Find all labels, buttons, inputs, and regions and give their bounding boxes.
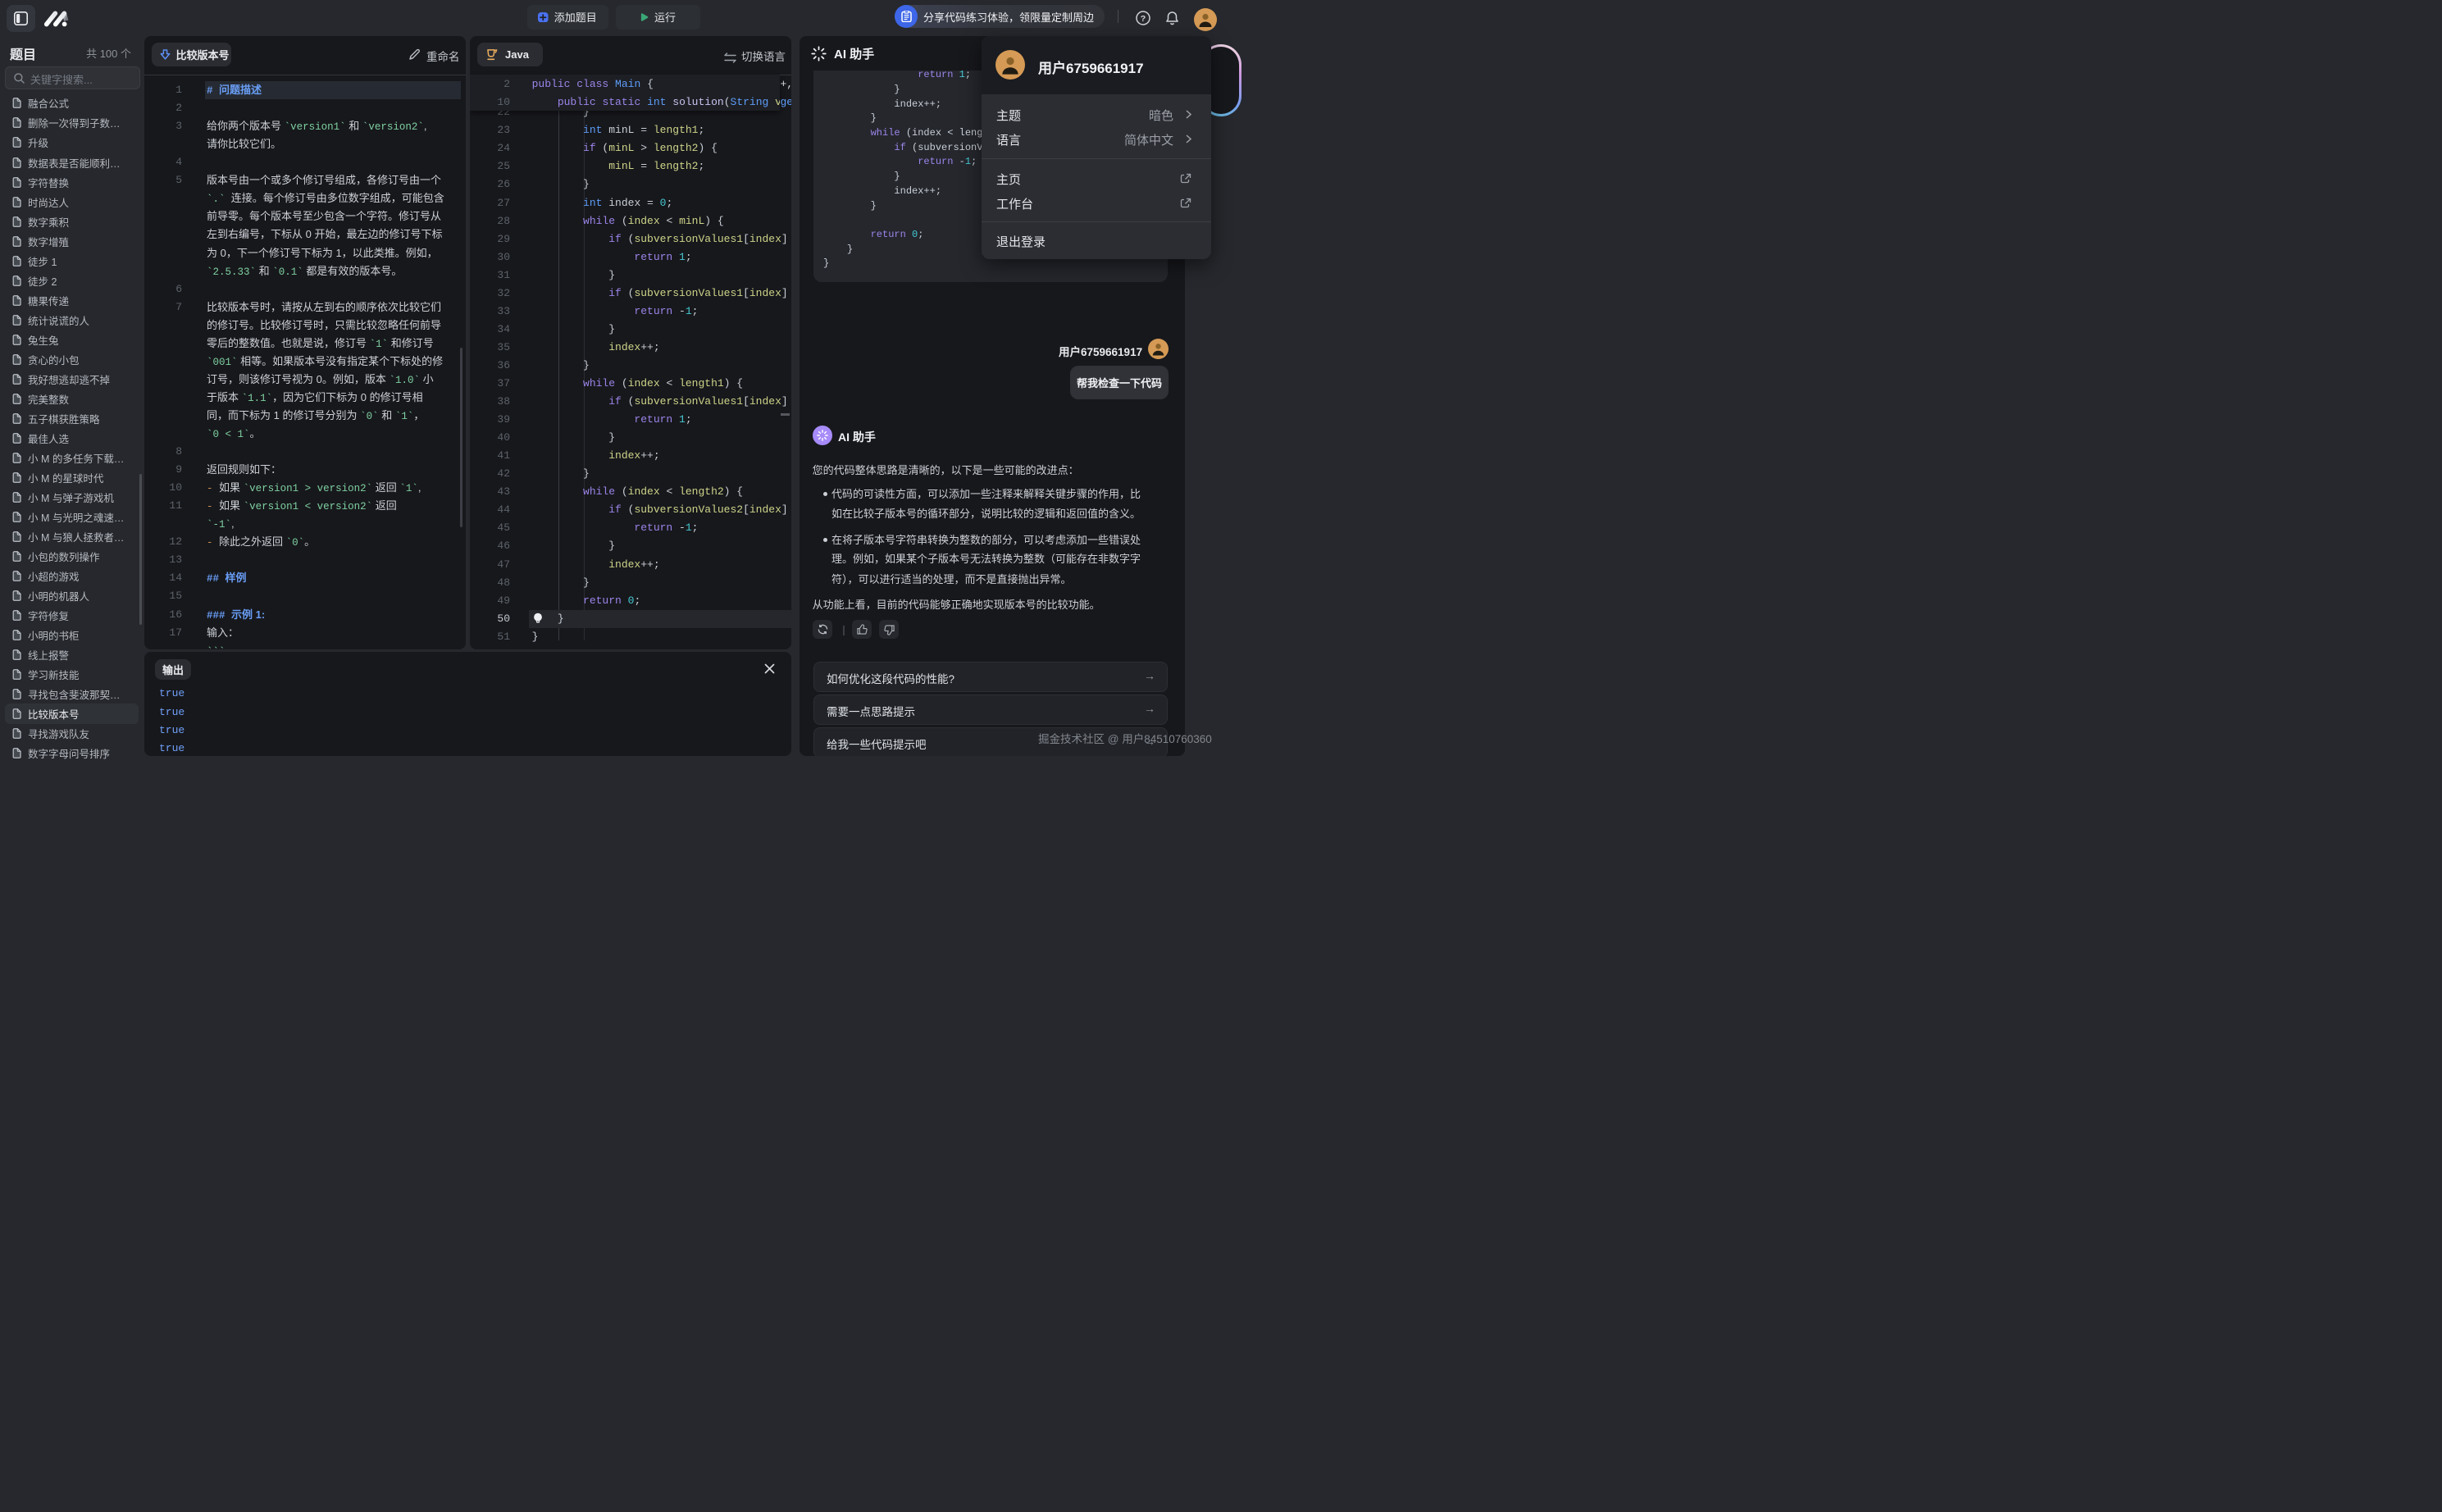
svg-text:?: ?: [1141, 14, 1146, 24]
